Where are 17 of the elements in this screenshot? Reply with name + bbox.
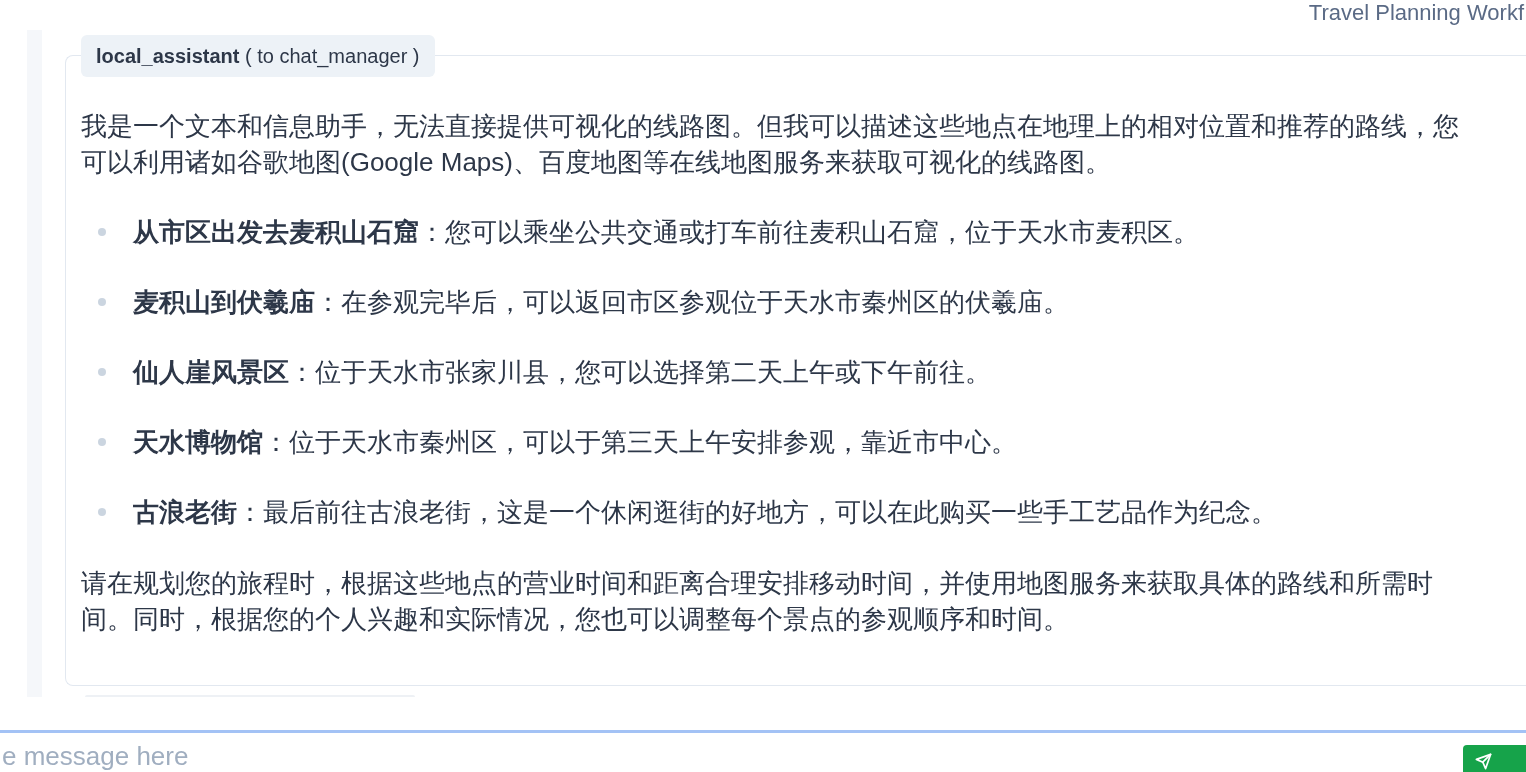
send-button[interactable] (1463, 745, 1526, 772)
bullet-icon (98, 228, 106, 236)
message-text: 我是一个文本和信息助手，无法直接提供可视化的线路图。但我可以描述这些地点在地理上的相对位置和推荐的路线，您可以利用诸如谷歌地图(Google Maps)、百度地图等在线地图服务来获取可视化的线路图。 (81, 110, 1460, 179)
bullet-icon (98, 438, 106, 446)
list-item-text: 仙人崖风景区：位于天水市张家川县，您可以选择第二天上午或下午前往。 (133, 356, 991, 389)
sender-badge: local_assistant ( to chat_manager ) (81, 35, 435, 77)
send-icon (1475, 753, 1492, 770)
list-item-text: 古浪老街：最后前往古浪老街，这是一个休闲逛街的好地方，可以在此购买一些手工艺品作为纪念。 (133, 496, 1277, 529)
list-item-text: 天水博物馆：位于天水市秦州区，可以于第三天上午安排参观，靠近市中心。 (133, 426, 1017, 459)
bullet-icon (98, 298, 106, 306)
list-item-text: 麦积山到伏羲庙：在参观完毕后，可以返回市区参观位于天水市秦州区的伏羲庙。 (133, 286, 1069, 319)
message-text: 请在规划您的旅程时，根据这些地点的营业时间和距离合理安排移动时间，并使用地图服务来获取具体的路线和所需时间。同时，根据您的个人兴趣和实际情况，您也可以调整每个景点的参观顺序和时间。 (81, 567, 1434, 636)
bullet-icon (98, 508, 106, 516)
app-title: Travel Planning Workf (1308, 0, 1525, 26)
message-input[interactable]: e message here (0, 741, 1463, 772)
list-item-text: 从市区出发去麦积山石窟：您可以乘坐公共交通或打车前往麦积山石窟，位于天水市麦积区。 (133, 216, 1199, 249)
bullet-icon (98, 368, 106, 376)
